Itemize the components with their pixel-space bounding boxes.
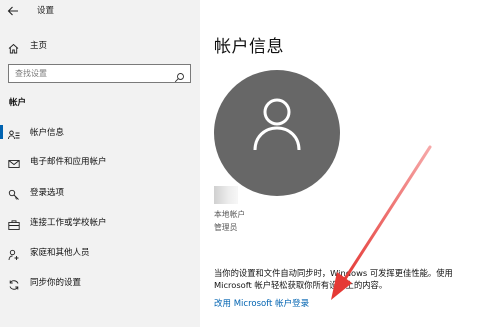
briefcase-icon [8, 216, 20, 230]
account-type: 本地帐户 [214, 210, 246, 219]
mail-icon [8, 155, 20, 168]
sidebar-item-label: 登录选项 [30, 188, 65, 198]
page-title: 帐户信息 [214, 37, 284, 57]
main-content: 帐户信息 本地帐户 管理员 当你的设置和文件自动同步时，Windows 可发挥更… [200, 0, 500, 327]
sidebar-item-account-info[interactable]: 帐户信息 [0, 121, 200, 143]
sidebar-item-sign-in-options[interactable]: 登录选项 [0, 181, 200, 203]
search-icon[interactable] [174, 68, 185, 83]
title-bar: 设置 [0, 0, 200, 22]
app-title: 设置 [37, 6, 55, 16]
sync-icon [8, 276, 20, 290]
home-label: 主页 [30, 41, 48, 51]
avatar [214, 70, 340, 196]
sidebar-item-label: 帐户信息 [30, 128, 65, 138]
person-add-icon [8, 246, 20, 261]
account-role: 管理员 [214, 223, 238, 232]
description-line-1: 当你的设置和文件自动同步时，Windows 可发挥更佳性能。使用 [214, 268, 453, 278]
section-title: 帐户 [9, 98, 27, 108]
description-line-2: Microsoft 帐户轻松获取你所有设备上的内容。 [214, 280, 388, 290]
sidebar-item-sync[interactable]: 同步你的设置 [0, 271, 200, 293]
sidebar-item-label: 家庭和其他人员 [30, 248, 90, 258]
home-icon [8, 39, 19, 54]
sidebar-item-label: 同步你的设置 [30, 278, 82, 288]
sidebar-item-email-accounts[interactable]: 电子邮件和应用帐户 [0, 150, 200, 172]
home-nav-item[interactable]: 主页 [0, 36, 200, 54]
account-info-icon [8, 126, 20, 140]
sidebar-item-family[interactable]: 家庭和其他人员 [0, 241, 200, 263]
search-box[interactable] [8, 64, 191, 83]
switch-to-microsoft-account-link[interactable]: 改用 Microsoft 帐户登录 [214, 297, 309, 309]
sidebar: 设置 主页 帐户 帐户信息 电子邮件和应用帐户 登录选项 [0, 0, 200, 327]
search-input[interactable] [15, 67, 165, 80]
user-icon [253, 98, 301, 151]
sidebar-item-label: 电子邮件和应用帐户 [30, 157, 107, 167]
sidebar-item-label: 连接工作或学校帐户 [30, 218, 107, 228]
key-icon [8, 186, 20, 200]
sidebar-item-work-school[interactable]: 连接工作或学校帐户 [0, 211, 200, 233]
back-arrow-icon [7, 6, 18, 16]
account-name-redacted [214, 186, 238, 204]
back-button[interactable] [6, 3, 20, 17]
